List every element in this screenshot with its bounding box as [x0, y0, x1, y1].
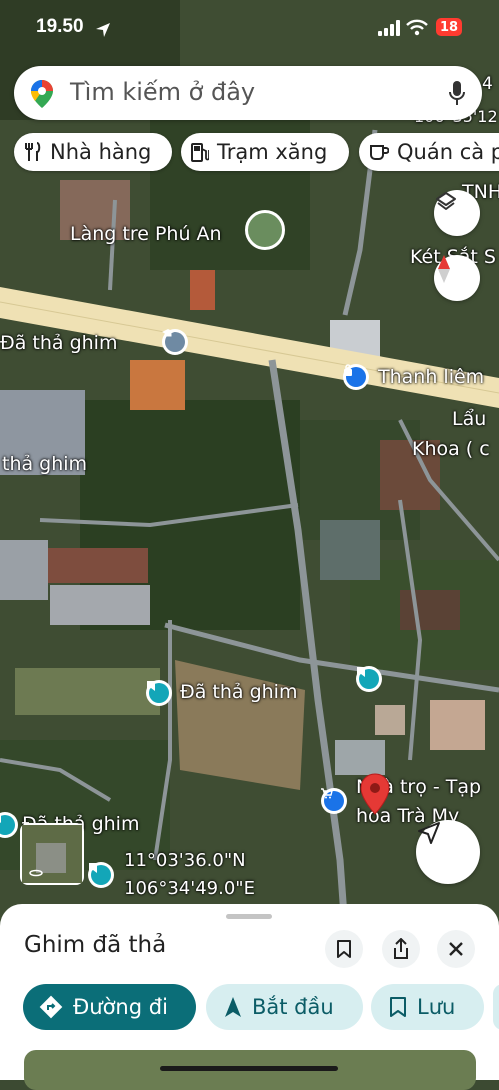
map-label-pin-2[interactable]: thả ghim — [2, 453, 87, 475]
battery-icon: 18 — [436, 18, 462, 36]
map-label-lau[interactable]: Lẩu — [452, 408, 486, 430]
home-indicator[interactable] — [160, 1066, 338, 1071]
battery-level: 18 — [439, 19, 459, 35]
navigation-arrow-icon — [418, 822, 440, 844]
lock-place-icon[interactable] — [343, 364, 369, 390]
map-label-thanh-liem[interactable]: Thanh liêm — [378, 366, 484, 388]
bookmark-icon — [337, 940, 351, 958]
map-label-pin-1[interactable]: Đã thả ghim — [0, 332, 117, 354]
wifi-icon — [406, 19, 428, 36]
map-label-lang-tre[interactable]: Làng tre Phú An — [70, 223, 222, 245]
chip-label: Nhà hàng — [50, 140, 152, 164]
longitude-label: 106°34'49.0"E — [124, 878, 255, 899]
sheet-title: Ghim đã thả — [24, 932, 167, 958]
cellular-signal-icon — [378, 20, 400, 36]
saved-pin-icon[interactable] — [356, 666, 382, 692]
street-view-icon — [22, 825, 82, 883]
chip-cafes[interactable]: Quán cà p — [359, 133, 499, 171]
directions-icon — [39, 995, 63, 1019]
coffee-icon — [369, 142, 389, 162]
gas-station-icon — [191, 142, 209, 162]
share-icon — [394, 938, 408, 959]
chip-gas-stations[interactable]: Trạm xăng — [181, 133, 349, 171]
status-bar: 19.50 18 — [0, 14, 499, 44]
chip-restaurants[interactable]: Nhà hàng — [14, 133, 172, 171]
my-location-button[interactable] — [416, 820, 480, 884]
google-maps-pin-icon — [31, 80, 53, 108]
chip-label: Quán cà p — [397, 140, 499, 164]
bookmark-icon — [389, 996, 407, 1018]
navigation-icon — [224, 996, 242, 1018]
compass-icon — [438, 255, 450, 283]
start-navigation-button[interactable]: Bắt đầu — [206, 984, 363, 1030]
save-bookmark-button[interactable] — [325, 930, 363, 968]
location-arrow-icon — [96, 23, 110, 37]
more-actions-chip[interactable] — [493, 984, 499, 1030]
share-button[interactable] — [382, 930, 420, 968]
saved-pin-icon[interactable] — [146, 680, 172, 706]
map-label-khoa[interactable]: Khoa ( c — [412, 438, 490, 460]
search-bar[interactable]: Tìm kiếm ở đây — [14, 66, 482, 120]
layers-button[interactable] — [434, 190, 480, 236]
map-label-pin-3[interactable]: Đã thả ghim — [180, 681, 297, 703]
map-label-top-right-1: 4 — [482, 74, 493, 94]
sheet-drag-handle[interactable] — [226, 914, 272, 919]
directions-button[interactable]: Đường đi — [23, 984, 196, 1030]
close-icon — [449, 942, 463, 956]
school-icon[interactable] — [162, 329, 188, 355]
save-button[interactable]: Lưu — [371, 984, 484, 1030]
saved-pin-icon[interactable] — [88, 862, 114, 888]
dropped-pin-icon[interactable] — [360, 773, 390, 815]
chip-label: Trạm xăng — [217, 140, 328, 164]
place-bottom-sheet[interactable]: Ghim đã thả Đường đi Bắt đầu Lưu — [0, 904, 499, 1090]
search-input[interactable]: Tìm kiếm ở đây — [70, 78, 255, 106]
shopping-cart-icon[interactable] — [321, 788, 347, 814]
microphone-icon[interactable] — [448, 80, 466, 106]
latitude-label: 11°03'36.0"N — [124, 850, 246, 871]
status-time: 19.50 — [36, 16, 84, 37]
place-thumbnail-icon[interactable] — [245, 210, 285, 250]
compass-button[interactable] — [434, 255, 480, 301]
close-button[interactable] — [437, 930, 475, 968]
directions-label: Đường đi — [73, 995, 168, 1019]
street-view-thumbnail[interactable] — [20, 823, 84, 885]
restaurant-icon — [24, 142, 42, 162]
layers-icon — [436, 192, 456, 210]
start-label: Bắt đầu — [252, 995, 334, 1019]
save-label: Lưu — [417, 995, 456, 1019]
